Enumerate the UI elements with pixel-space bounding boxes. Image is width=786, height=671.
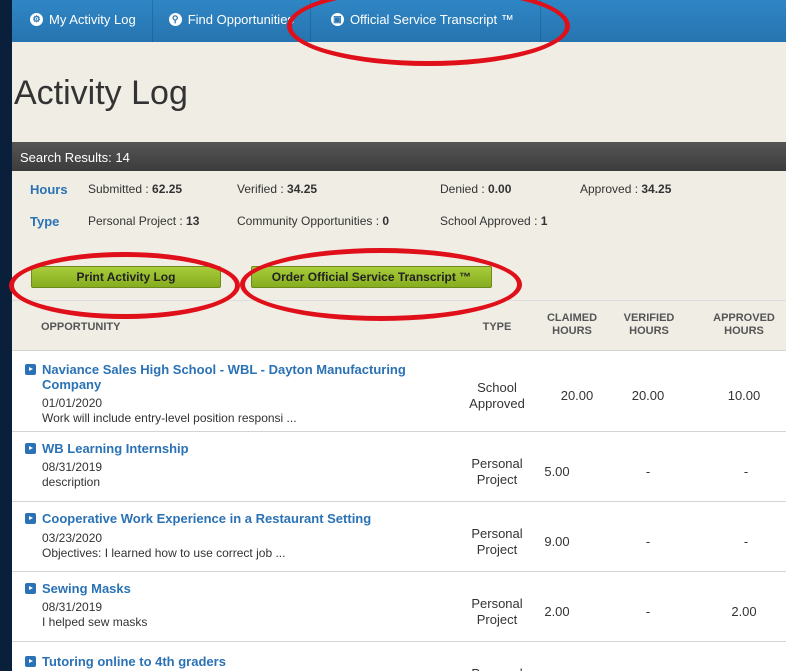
expand-icon[interactable] bbox=[25, 443, 36, 454]
personal-project-stat: Personal Project : 13 bbox=[88, 214, 200, 228]
row-type: Personal Project bbox=[471, 596, 523, 627]
submitted-stat: Submitted : 62.25 bbox=[88, 182, 183, 196]
row-type: Personal Project bbox=[471, 456, 523, 487]
row-verified: - bbox=[645, 464, 651, 479]
row-date: 08/31/2019 bbox=[42, 600, 103, 614]
nav-find-opportunities[interactable]: ⚲ Find Opportunities bbox=[153, 0, 311, 42]
row-verified: 20.00 bbox=[631, 388, 665, 403]
row-verified: - bbox=[645, 534, 651, 549]
row-type: Personal bbox=[467, 666, 527, 671]
denied-stat: Denied : 0.00 bbox=[440, 182, 512, 196]
table-header: OPPORTUNITY TYPE CLAIMED HOURS VERIFIED … bbox=[12, 300, 786, 350]
nav-label: My Activity Log bbox=[49, 11, 136, 27]
row-type: Personal Project bbox=[471, 526, 523, 557]
row-type: School Approved bbox=[469, 380, 525, 411]
opportunity-link[interactable]: Naviance Sales High School - WBL - Dayto… bbox=[42, 362, 462, 392]
row-claimed: 20.00 bbox=[560, 388, 594, 403]
nav-my-activity-log[interactable]: ⚙ My Activity Log bbox=[12, 0, 153, 42]
row-approved: - bbox=[743, 464, 749, 479]
nav-official-service-transcript[interactable]: ▣ Official Service Transcript ™ bbox=[311, 0, 541, 42]
row-date: 01/01/2020 bbox=[42, 396, 103, 410]
hours-row: Hours Submitted : 62.25 Verified : 34.25… bbox=[12, 182, 786, 198]
nav-label: Find Opportunities bbox=[187, 11, 294, 27]
row-claimed: 9.00 bbox=[544, 534, 570, 549]
table-row: Tutoring online to 4th graders Personal bbox=[12, 641, 786, 671]
window-edge bbox=[0, 0, 12, 671]
opportunity-link[interactable]: Sewing Masks bbox=[42, 581, 462, 596]
table-row: Naviance Sales High School - WBL - Dayto… bbox=[12, 350, 786, 431]
row-description: Objectives: I learned how to use correct… bbox=[42, 546, 286, 560]
row-date: 08/31/2019 bbox=[42, 460, 103, 474]
header-approved-hours[interactable]: APPROVED HOURS bbox=[708, 312, 780, 338]
row-approved: - bbox=[743, 534, 749, 549]
row-claimed: 5.00 bbox=[544, 464, 570, 479]
hours-heading: Hours bbox=[30, 182, 68, 197]
page-title: Activity Log bbox=[14, 74, 188, 112]
type-row: Type Personal Project : 13 Community Opp… bbox=[12, 214, 786, 230]
expand-icon[interactable] bbox=[25, 513, 36, 524]
community-stat: Community Opportunities : 0 bbox=[237, 214, 390, 228]
order-transcript-button[interactable]: Order Official Service Transcript ™ bbox=[251, 266, 492, 288]
header-opportunity[interactable]: OPPORTUNITY bbox=[41, 321, 120, 334]
row-claimed: 2.00 bbox=[544, 604, 570, 619]
print-activity-log-button[interactable]: Print Activity Log bbox=[31, 266, 221, 288]
row-approved: 2.00 bbox=[731, 604, 757, 619]
expand-icon[interactable] bbox=[25, 583, 36, 594]
opportunity-link[interactable]: Cooperative Work Experience in a Restaur… bbox=[42, 511, 462, 526]
transcript-icon: ▣ bbox=[330, 12, 344, 26]
row-description: I helped sew masks bbox=[42, 615, 148, 629]
header-type[interactable]: TYPE bbox=[472, 321, 522, 334]
table-row: Cooperative Work Experience in a Restaur… bbox=[12, 501, 786, 571]
row-date: 03/23/2020 bbox=[42, 531, 103, 545]
main-content: Activity Log Search Results: 14 Hours Su… bbox=[12, 42, 786, 671]
expand-icon[interactable] bbox=[25, 364, 36, 375]
opportunity-link[interactable]: WB Learning Internship bbox=[42, 441, 462, 456]
table-row: WB Learning Internship 08/31/2019 descri… bbox=[12, 431, 786, 501]
verified-stat: Verified : 34.25 bbox=[237, 182, 318, 196]
summary-stats: Hours Submitted : 62.25 Verified : 34.25… bbox=[12, 171, 786, 243]
approved-stat: Approved : 34.25 bbox=[580, 182, 672, 196]
gear-icon: ⚙ bbox=[30, 12, 43, 26]
expand-icon[interactable] bbox=[25, 656, 36, 667]
header-verified-hours[interactable]: VERIFIED HOURS bbox=[619, 312, 679, 338]
search-results-bar: Search Results: 14 bbox=[12, 142, 786, 171]
row-verified: - bbox=[645, 604, 651, 619]
header-claimed-hours[interactable]: CLAIMED HOURS bbox=[542, 312, 602, 338]
row-approved: 10.00 bbox=[727, 388, 761, 403]
row-description: Work will include entry-level position r… bbox=[42, 411, 297, 425]
table-row: Sewing Masks 08/31/2019 I helped sew mas… bbox=[12, 571, 786, 641]
row-description: description bbox=[42, 475, 101, 489]
opportunity-link[interactable]: Tutoring online to 4th graders bbox=[42, 654, 462, 669]
type-heading: Type bbox=[30, 214, 60, 229]
nav-label: Official Service Transcript ™ bbox=[349, 11, 514, 27]
search-icon: ⚲ bbox=[168, 12, 182, 26]
school-approved-stat: School Approved : 1 bbox=[440, 214, 548, 228]
search-results-label: Search Results: 14 bbox=[20, 150, 130, 165]
top-nav: ⚙ My Activity Log ⚲ Find Opportunities ▣… bbox=[12, 0, 786, 42]
